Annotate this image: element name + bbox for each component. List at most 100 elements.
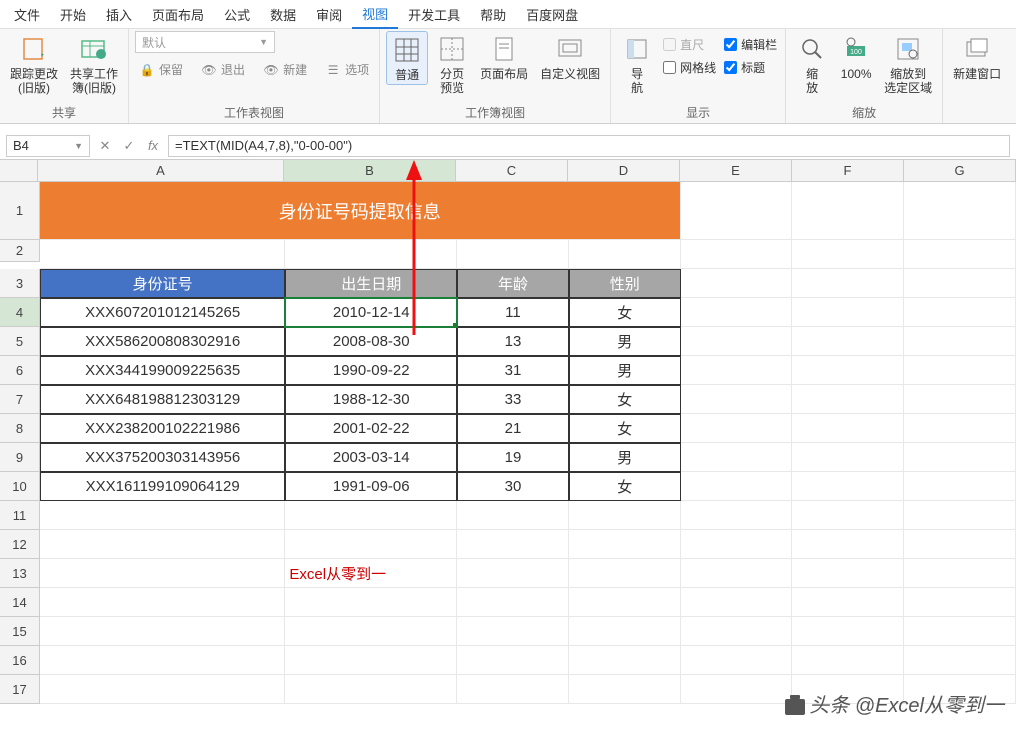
name-box[interactable]: B4▼ <box>6 135 90 157</box>
cell[interactable] <box>285 530 457 559</box>
row-header-11[interactable]: 11 <box>0 501 40 530</box>
ruler-checkbox[interactable]: 直尺 <box>661 35 718 54</box>
menu-审阅[interactable]: 审阅 <box>306 1 352 28</box>
cell[interactable] <box>792 588 904 617</box>
cell[interactable]: XXX586200808302916 <box>40 327 286 356</box>
cell[interactable] <box>792 356 904 385</box>
cell[interactable] <box>904 443 1016 472</box>
select-all-corner[interactable] <box>0 160 38 181</box>
cell[interactable] <box>792 327 904 356</box>
cell[interactable] <box>40 530 286 559</box>
cell[interactable]: XXX375200303143956 <box>40 443 286 472</box>
menu-百度网盘[interactable]: 百度网盘 <box>516 1 588 28</box>
cell[interactable] <box>904 501 1016 530</box>
cell[interactable] <box>681 559 793 588</box>
keep-button[interactable]: 🔒保留 <box>135 59 187 80</box>
cell[interactable]: 30 <box>457 472 569 501</box>
row-header-5[interactable]: 5 <box>0 327 40 356</box>
pagebreak-button[interactable]: 分页 预览 <box>432 31 472 97</box>
formula-bar-checkbox[interactable]: 编辑栏 <box>722 35 779 54</box>
cell[interactable] <box>285 240 457 269</box>
cell[interactable] <box>792 240 904 269</box>
menu-文件[interactable]: 文件 <box>4 1 50 28</box>
cell[interactable]: 性别 <box>569 269 681 298</box>
row-header-15[interactable]: 15 <box>0 617 40 646</box>
menu-公式[interactable]: 公式 <box>214 1 260 28</box>
cell[interactable]: 21 <box>457 414 569 443</box>
cell[interactable] <box>681 501 793 530</box>
cell[interactable] <box>569 240 681 269</box>
row-header-8[interactable]: 8 <box>0 414 40 443</box>
cell[interactable]: Excel从零到一 <box>285 559 457 588</box>
cell[interactable] <box>40 501 286 530</box>
cell[interactable] <box>681 298 793 327</box>
cell[interactable]: XXX344199009225635 <box>40 356 286 385</box>
cell[interactable]: 年龄 <box>457 269 569 298</box>
cell[interactable] <box>681 182 793 240</box>
cell[interactable] <box>569 559 681 588</box>
new-view-button[interactable]: 👁新建 <box>259 59 311 80</box>
cell[interactable] <box>457 240 569 269</box>
menu-开发工具[interactable]: 开发工具 <box>398 1 470 28</box>
cell[interactable] <box>904 240 1016 269</box>
cell[interactable]: 女 <box>569 298 681 327</box>
cell[interactable]: 33 <box>457 385 569 414</box>
cell[interactable]: 出生日期 <box>285 269 457 298</box>
row-header-13[interactable]: 13 <box>0 559 40 588</box>
cell[interactable] <box>904 472 1016 501</box>
view-combo[interactable]: 默认▼ <box>135 31 275 53</box>
cell[interactable]: 2001-02-22 <box>285 414 457 443</box>
cell[interactable] <box>569 530 681 559</box>
cell[interactable] <box>681 530 793 559</box>
cell[interactable] <box>457 559 569 588</box>
cell[interactable] <box>457 675 569 704</box>
menu-开始[interactable]: 开始 <box>50 1 96 28</box>
cell[interactable]: 男 <box>569 356 681 385</box>
cell[interactable] <box>904 646 1016 675</box>
cell[interactable] <box>681 414 793 443</box>
menu-页面布局[interactable]: 页面布局 <box>142 1 214 28</box>
cell[interactable]: XXX648198812303129 <box>40 385 286 414</box>
cell[interactable] <box>40 559 286 588</box>
cell[interactable] <box>569 617 681 646</box>
menu-数据[interactable]: 数据 <box>260 1 306 28</box>
col-header-E[interactable]: E <box>680 160 792 181</box>
cell[interactable] <box>457 646 569 675</box>
title-cell[interactable]: 身份证号码提取信息 <box>40 182 681 240</box>
cell[interactable] <box>904 617 1016 646</box>
row-header-16[interactable]: 16 <box>0 646 40 675</box>
formula-input[interactable]: =TEXT(MID(A4,7,8),"0-00-00") <box>168 135 1010 157</box>
zoom-100-button[interactable]: 100100% <box>836 31 876 83</box>
cell[interactable] <box>40 588 286 617</box>
cell[interactable] <box>904 530 1016 559</box>
fx-icon[interactable]: fx <box>144 138 162 153</box>
cell[interactable] <box>681 588 793 617</box>
cancel-icon[interactable]: ✕ <box>96 138 114 154</box>
menu-视图[interactable]: 视图 <box>352 0 398 29</box>
cell[interactable]: XXX607201012145265 <box>40 298 286 327</box>
cell[interactable]: 2008-08-30 <box>285 327 457 356</box>
cell[interactable] <box>40 240 286 269</box>
cell[interactable] <box>904 182 1016 240</box>
row-header-6[interactable]: 6 <box>0 356 40 385</box>
menu-插入[interactable]: 插入 <box>96 1 142 28</box>
cell[interactable] <box>457 588 569 617</box>
cell[interactable] <box>792 501 904 530</box>
cell[interactable] <box>904 559 1016 588</box>
cell[interactable] <box>792 414 904 443</box>
customview-button[interactable]: 自定义视图 <box>536 31 604 83</box>
pagelayout-button[interactable]: 页面布局 <box>476 31 532 83</box>
cell[interactable]: 2010-12-14 <box>285 298 457 327</box>
cell[interactable] <box>285 646 457 675</box>
track-changes-button[interactable]: 跟踪更改 (旧版) <box>6 31 62 97</box>
cell[interactable]: XXX161199109064129 <box>40 472 286 501</box>
cell[interactable] <box>569 646 681 675</box>
cell[interactable] <box>681 240 793 269</box>
normal-view-button[interactable]: 普通 <box>386 31 428 85</box>
new-window-button[interactable]: 新建窗口 <box>949 31 1005 83</box>
cell[interactable]: 女 <box>569 472 681 501</box>
nav-button[interactable]: 导 航 <box>617 31 657 97</box>
cell[interactable] <box>792 646 904 675</box>
cell[interactable] <box>40 617 286 646</box>
cell[interactable] <box>904 414 1016 443</box>
